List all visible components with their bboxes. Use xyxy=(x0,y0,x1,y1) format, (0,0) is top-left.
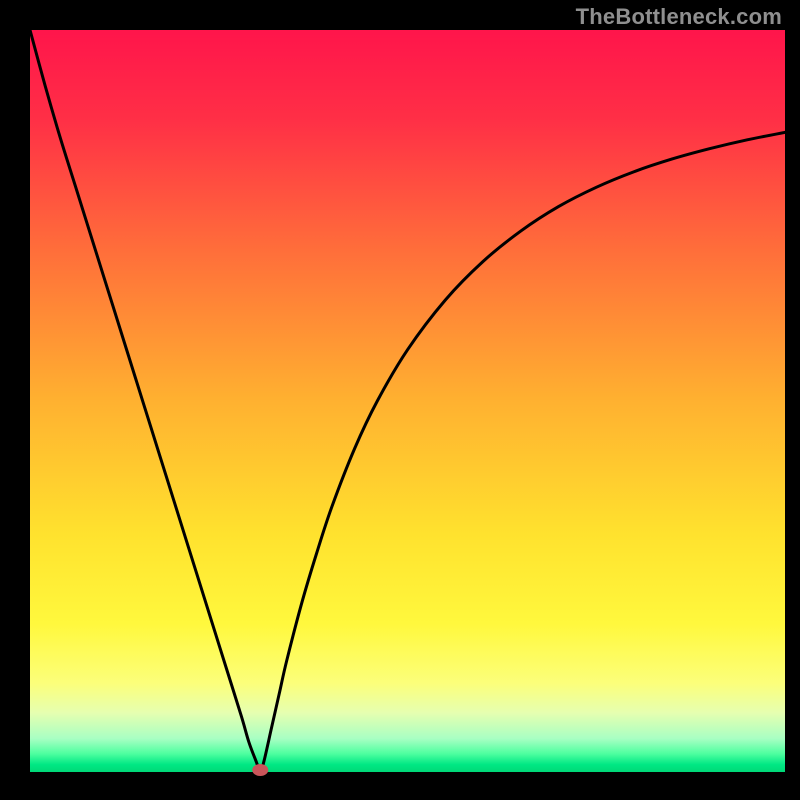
chart-frame: TheBottleneck.com xyxy=(0,0,800,800)
optimal-point-marker xyxy=(252,764,268,776)
bottleneck-chart xyxy=(0,0,800,800)
watermark-text: TheBottleneck.com xyxy=(576,4,782,30)
